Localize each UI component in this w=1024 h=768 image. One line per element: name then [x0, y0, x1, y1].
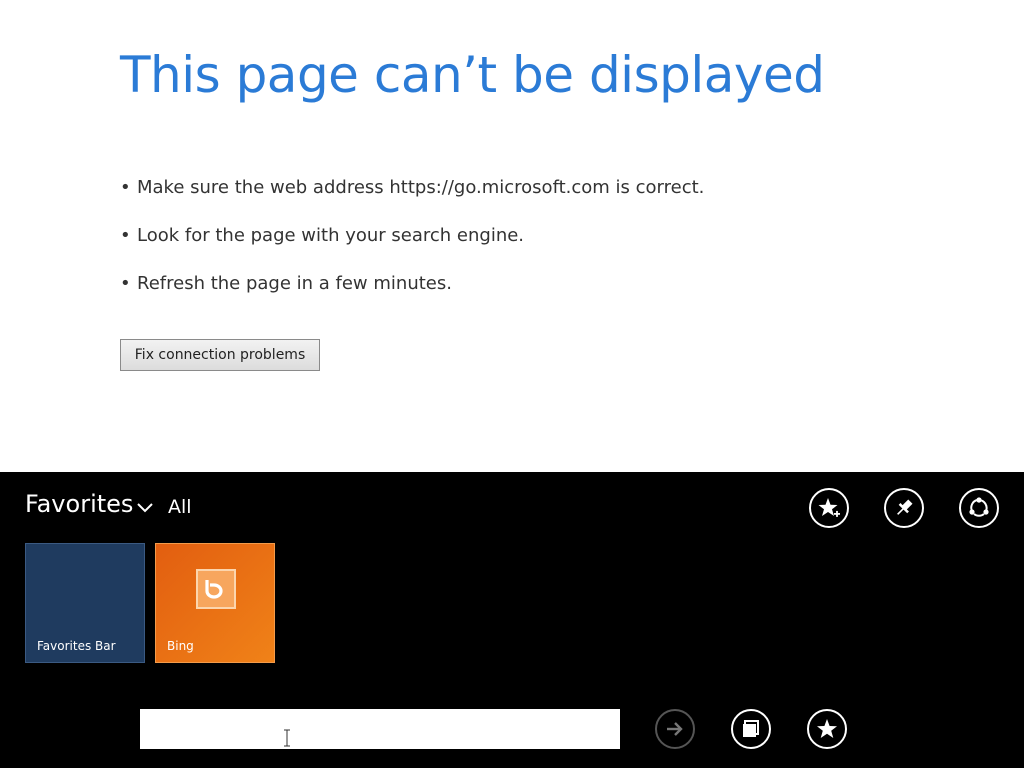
bing-logo-icon	[196, 569, 236, 609]
address-input[interactable]	[140, 709, 620, 749]
add-favorite-button[interactable]	[809, 488, 849, 528]
share-icon	[969, 497, 989, 517]
suggestion-text: Look for the page with your search engin…	[137, 225, 525, 246]
list-item: • Refresh the page in a few minutes.	[120, 272, 704, 320]
tile-label: Bing	[167, 639, 194, 653]
favorites-filter[interactable]: All	[168, 496, 192, 518]
share-button[interactable]	[959, 488, 999, 528]
tabs-button[interactable]	[731, 709, 771, 749]
page-title: This page can’t be displayed	[120, 46, 825, 104]
text-cursor-icon	[284, 729, 290, 747]
bullet: •	[120, 225, 131, 246]
suggestion-text: Make sure the web address https://go.mic…	[137, 177, 705, 198]
go-button[interactable]	[655, 709, 695, 749]
go-arrow-icon	[667, 722, 683, 736]
list-item: • Make sure the web address https://go.mi…	[120, 176, 704, 224]
favorites-heading: Favorites	[25, 490, 134, 518]
pin-icon	[897, 499, 913, 515]
bullet: •	[120, 273, 131, 294]
suggestion-text: Refresh the page in a few minutes.	[137, 273, 452, 294]
pin-button[interactable]	[884, 488, 924, 528]
list-item: • Look for the page with your search engi…	[120, 224, 704, 272]
bullet: •	[120, 177, 131, 198]
tile-label: Favorites Bar	[37, 639, 116, 653]
favorites-app-bar: Favorites All Favorites Bar Bing	[0, 472, 1024, 768]
tile-favorites-bar[interactable]: Favorites Bar	[25, 543, 145, 663]
favorites-icon	[817, 719, 837, 738]
error-page: This page can’t be displayed • Make sure …	[0, 0, 1024, 472]
favorites-button[interactable]	[807, 709, 847, 749]
suggestion-list: • Make sure the web address https://go.mi…	[120, 176, 704, 320]
tabs-icon	[743, 720, 759, 737]
add-favorite-icon	[818, 498, 840, 517]
tile-bing[interactable]: Bing	[155, 543, 275, 663]
chevron-down-icon[interactable]	[135, 500, 155, 514]
fix-connection-button[interactable]: Fix connection problems	[120, 339, 320, 371]
